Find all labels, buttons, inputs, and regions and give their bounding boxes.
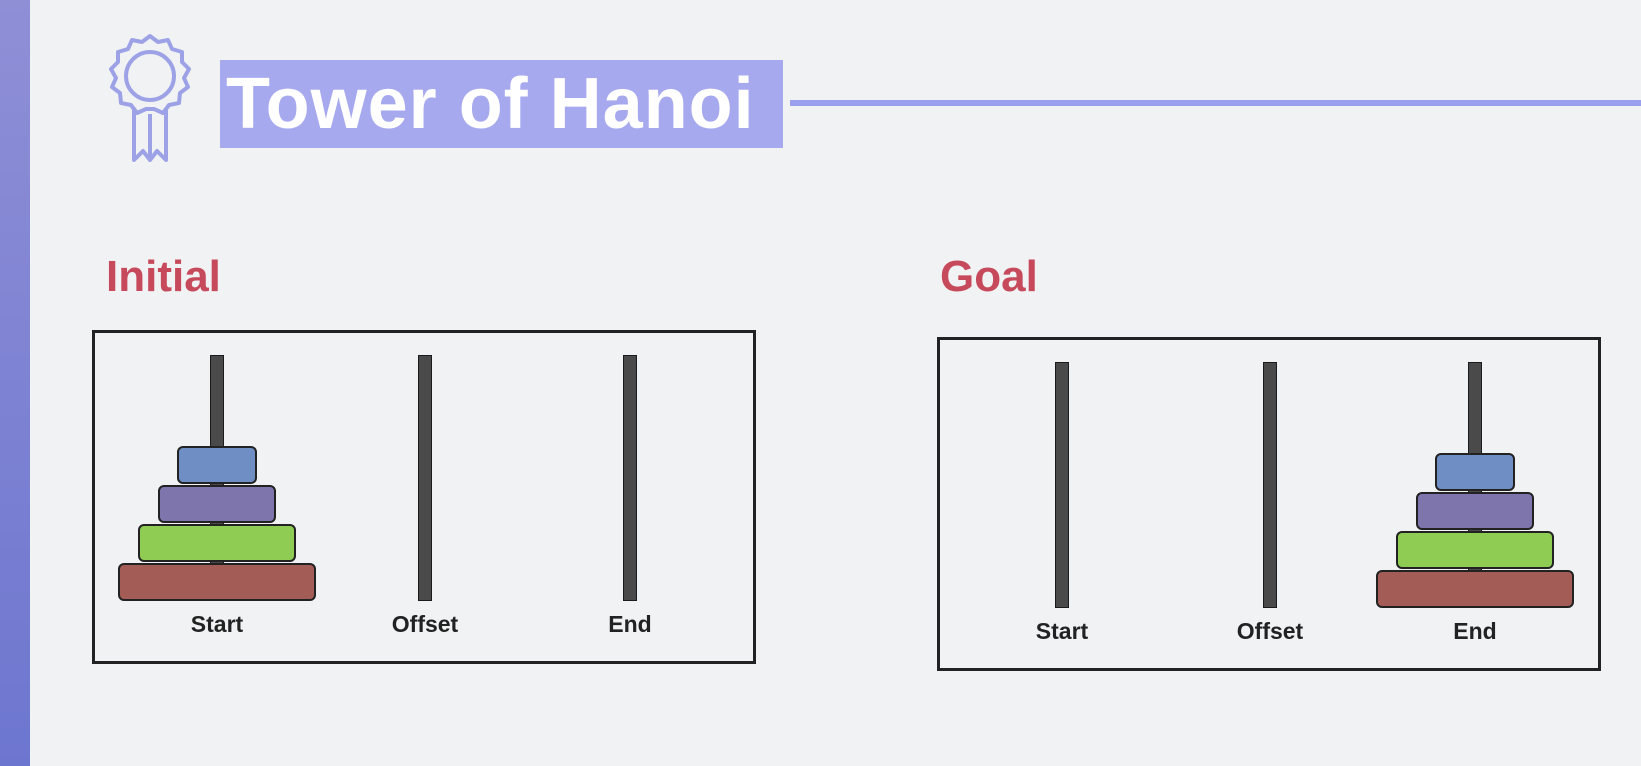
disk-small	[177, 446, 257, 484]
peg-end	[623, 355, 637, 601]
disk-medium	[158, 485, 276, 523]
title-banner: Tower of Hanoi	[220, 60, 783, 148]
page-title: Tower of Hanoi	[226, 64, 755, 144]
peg-offset	[418, 355, 432, 601]
disk-large	[138, 524, 296, 562]
disk-largest	[118, 563, 316, 601]
disk-medium	[1416, 492, 1534, 530]
peg-label-end: End	[1453, 618, 1497, 644]
goal-label: Goal	[940, 252, 1038, 301]
title-rule	[790, 100, 1641, 106]
peg-offset	[1263, 362, 1277, 608]
goal-panel: Start Offset End	[937, 337, 1601, 671]
disk-small	[1435, 453, 1515, 491]
initial-label: Initial	[106, 252, 221, 301]
left-accent-band	[0, 0, 30, 766]
peg-label-start: Start	[1035, 618, 1089, 644]
peg-label-end: End	[608, 611, 652, 637]
peg-label-start: Start	[190, 611, 244, 637]
disk-large	[1396, 531, 1554, 569]
initial-panel: Start Offset End	[92, 330, 756, 664]
peg-start	[1055, 362, 1069, 608]
award-badge-icon	[109, 34, 191, 162]
peg-label-offset: Offset	[391, 611, 459, 637]
disk-largest	[1376, 570, 1574, 608]
peg-label-offset: Offset	[1236, 618, 1304, 644]
